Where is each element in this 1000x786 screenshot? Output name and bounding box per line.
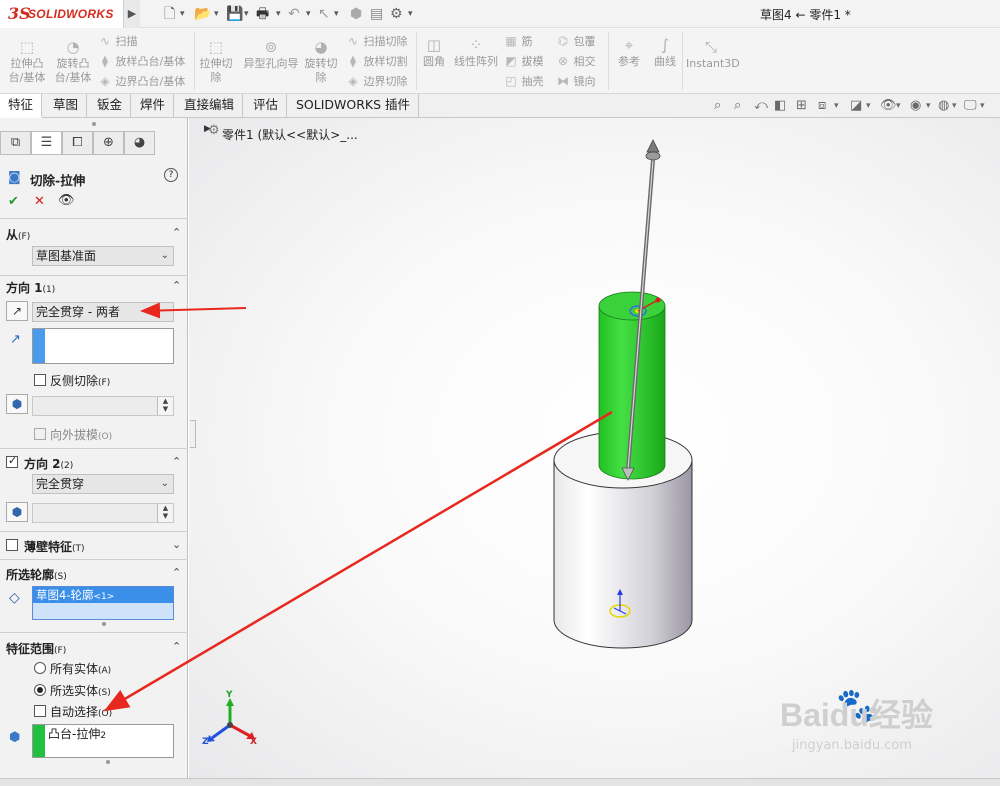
watermark-url: jingyan.baidu.com <box>792 738 912 753</box>
watermark-brand: Baidu经验 <box>780 697 933 733</box>
annotation-arrow-1 <box>140 302 247 319</box>
coordinate-triad[interactable] <box>207 698 255 742</box>
green-boss-cylinder[interactable] <box>598 291 666 480</box>
triad-x-label: X <box>250 737 257 747</box>
direction-handle-dot[interactable] <box>655 297 661 303</box>
triad-y-label: Y <box>226 690 233 700</box>
triad-z-label: Z <box>202 737 209 747</box>
annotation-arrow-2 <box>103 410 613 712</box>
bottom-tab-bar <box>0 778 1000 786</box>
model-graphics <box>103 139 693 742</box>
baidu-watermark: 🐾 Baidu经验 jingyan.baidu.com <box>772 686 997 780</box>
